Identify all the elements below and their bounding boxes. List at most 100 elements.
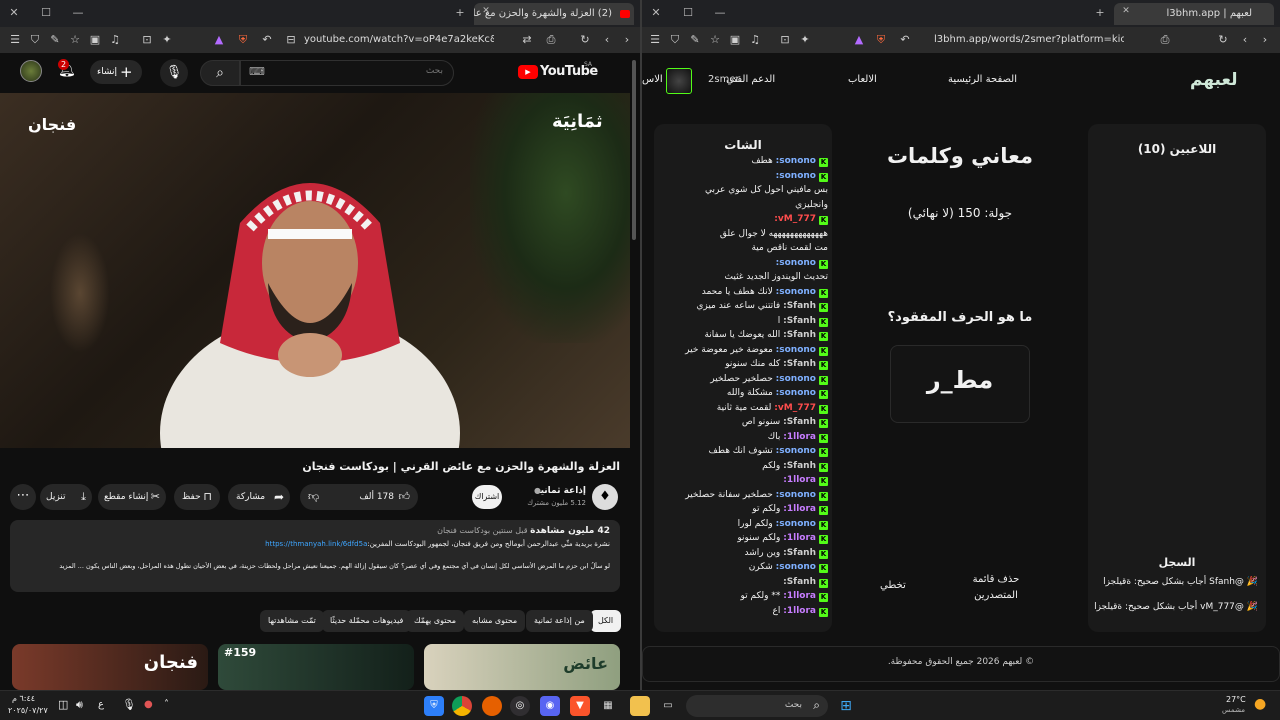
discord-icon[interactable]: ◉ (540, 696, 560, 716)
nav-games[interactable]: الالعاب (848, 74, 877, 85)
tab-youtube[interactable]: (2) العزلة والشهرة والحزن مع عا (474, 3, 634, 25)
sidebar-icon[interactable]: ▣ (88, 33, 102, 47)
back-icon[interactable]: ‹ (1238, 33, 1252, 47)
menu-icon[interactable]: ☰ (8, 33, 22, 47)
tray-chevron-icon[interactable]: ˄ (164, 699, 169, 710)
chip-watched[interactable]: تمّت مشاهدتها (260, 610, 324, 632)
tab-close-icon[interactable]: ✕ (1118, 6, 1134, 16)
firefox-icon[interactable] (482, 696, 502, 716)
recommended-thumbnail[interactable]: عائض (424, 644, 620, 690)
bookmarks-icon[interactable]: ☆ (708, 33, 722, 47)
maximize-button[interactable]: ☐ (680, 6, 696, 19)
microphone-icon[interactable]: 🎙︎ (122, 698, 136, 711)
user-avatar[interactable] (666, 68, 692, 94)
shield-icon[interactable]: ⛉ (28, 33, 42, 47)
channel-avatar[interactable]: ♦ (592, 484, 618, 510)
chip-for-you[interactable]: محتوى يهمّك (406, 610, 465, 632)
menu-icon[interactable]: ☰ (648, 33, 662, 47)
dislike-icon[interactable]: 👎︎ (308, 484, 319, 510)
brave-shield-icon[interactable]: ⛨ (874, 33, 888, 47)
search-button[interactable]: ⌕ (200, 60, 240, 86)
skip-button[interactable]: تخطي (880, 580, 906, 591)
sidebar-icon[interactable]: ▣ (728, 33, 742, 47)
network-icon[interactable]: ◫ (58, 698, 68, 711)
address-bar[interactable]: youtube.com/watch?v=oP4e7a2keKc&t=6... (304, 32, 494, 48)
nav-overflow[interactable]: الاس (642, 74, 663, 85)
start-button[interactable]: ⊞ (836, 696, 856, 716)
screenshot-icon[interactable]: ⊡ (778, 33, 792, 47)
extension-icon[interactable]: ✎ (688, 33, 702, 47)
tab-close-icon[interactable]: ✕ (478, 6, 494, 16)
chip-similar[interactable]: محتوى مشابه (464, 610, 526, 632)
channel-name[interactable]: إذاعة ثمانية (510, 486, 586, 496)
site-info-icon[interactable]: ⊟ (284, 33, 298, 47)
minimize-button[interactable]: — (712, 6, 728, 19)
chip-from-channel[interactable]: من إذاعة ثمانية (526, 610, 593, 632)
brave-rewards-icon[interactable]: ▲ (852, 33, 866, 47)
nav-home[interactable]: الصفحة الرئيسية (948, 74, 1017, 85)
like-dislike-button[interactable]: 👍︎ 178 ألف 👎︎ (300, 484, 418, 510)
description-link[interactable]: https://thmanyah.link/6dfd5a (265, 540, 367, 548)
back-arrow-icon[interactable]: ↶ (898, 33, 912, 47)
chrome-icon[interactable] (452, 696, 472, 716)
forward-icon[interactable]: › (620, 33, 634, 47)
puzzle-icon[interactable]: ✦ (798, 33, 812, 47)
brave-shield-icon[interactable]: ⛨ (236, 33, 250, 47)
shield-icon[interactable]: ⛉ (668, 33, 682, 47)
close-window-button[interactable]: ✕ (648, 6, 664, 19)
brave-rewards-icon[interactable]: ▲ (212, 33, 226, 47)
new-tab-button[interactable]: + (1092, 6, 1108, 19)
close-window-button[interactable]: ✕ (6, 6, 22, 19)
more-actions-button[interactable]: ⋯ (10, 484, 36, 510)
explorer-icon[interactable] (630, 696, 650, 716)
create-button[interactable]: + إنشاء (90, 60, 142, 84)
weather-widget[interactable]: ● 27°C مشمس (1218, 695, 1274, 717)
bookmark-icon[interactable]: ⎙ (544, 33, 558, 47)
video-player[interactable]: فنجان ثمَانِيَة (0, 93, 630, 448)
like-icon[interactable]: 👍︎ (399, 484, 411, 510)
back-icon[interactable]: ‹ (600, 33, 614, 47)
clock-date[interactable]: ٢٠٢٥/٠٧/٢٧ (8, 706, 48, 715)
recommended-thumbnail[interactable]: فنجان (12, 644, 208, 690)
back-arrow-icon[interactable]: ↶ (260, 33, 274, 47)
site-logo[interactable]: لعبهم (1190, 70, 1237, 90)
download-button[interactable]: ⤓ تنزيل (40, 484, 92, 510)
video-scrollbar[interactable] (632, 60, 636, 240)
extension-icon[interactable]: ✎ (48, 33, 62, 47)
tab-l3bhm[interactable]: لعبهم | l3bhm.app (1114, 3, 1274, 25)
reload-icon[interactable]: ↻ (578, 33, 592, 47)
clip-button[interactable]: ✂ إنشاء مقطع (98, 484, 166, 510)
chip-all[interactable]: الكل (590, 610, 622, 632)
avatar[interactable] (20, 60, 42, 82)
keyboard-icon[interactable]: ⌨ (249, 65, 265, 78)
obs-icon[interactable]: ◎ (510, 696, 530, 716)
new-tab-button[interactable]: + (452, 6, 468, 19)
address-bar[interactable]: l3bhm.app/words/2smer?platform=kick (934, 32, 1124, 48)
clock-time[interactable]: ٦:٤٤ م (12, 694, 35, 703)
cast-icon[interactable]: ⇄ (520, 33, 534, 47)
search-input[interactable]: بحث ⌨ (240, 60, 454, 86)
bookmark-icon[interactable]: ⎙ (1158, 33, 1172, 47)
music-icon[interactable]: ♫ (748, 33, 762, 47)
save-button[interactable]: ⊓ حفظ (174, 484, 220, 510)
forward-icon[interactable]: › (1258, 33, 1272, 47)
puzzle-icon[interactable]: ✦ (160, 33, 174, 47)
vpn-icon[interactable]: ⛨ (424, 696, 444, 716)
screenshot-icon[interactable]: ⊡ (140, 33, 154, 47)
description-box[interactable]: 42 مليون مشاهدة قبل سنتين بودكاست فنجان … (10, 520, 620, 592)
delete-leaderboard-button[interactable]: حذف قائمة المتصدرين (966, 572, 1026, 604)
brave-icon[interactable]: ▼ (570, 696, 590, 716)
volume-icon[interactable]: 🔊︎ (76, 698, 83, 712)
minimize-button[interactable]: — (70, 6, 86, 19)
nav-username[interactable]: 2smer (708, 74, 740, 85)
maximize-button[interactable]: ☐ (38, 6, 54, 19)
reload-icon[interactable]: ↻ (1216, 33, 1230, 47)
music-icon[interactable]: ♫ (108, 33, 122, 47)
chip-recent[interactable]: فيديوهات محمّلة حديثًا (322, 610, 412, 632)
taskbar-search[interactable]: بحث ⌕ (686, 695, 828, 717)
task-view-icon[interactable]: ▭ (658, 696, 678, 716)
bookmarks-icon[interactable]: ☆ (68, 33, 82, 47)
recommended-thumbnail[interactable]: #159 (218, 644, 414, 690)
app-grid-icon[interactable]: ▦ (598, 696, 618, 716)
voice-search-button[interactable]: 🎙︎ (160, 59, 188, 87)
